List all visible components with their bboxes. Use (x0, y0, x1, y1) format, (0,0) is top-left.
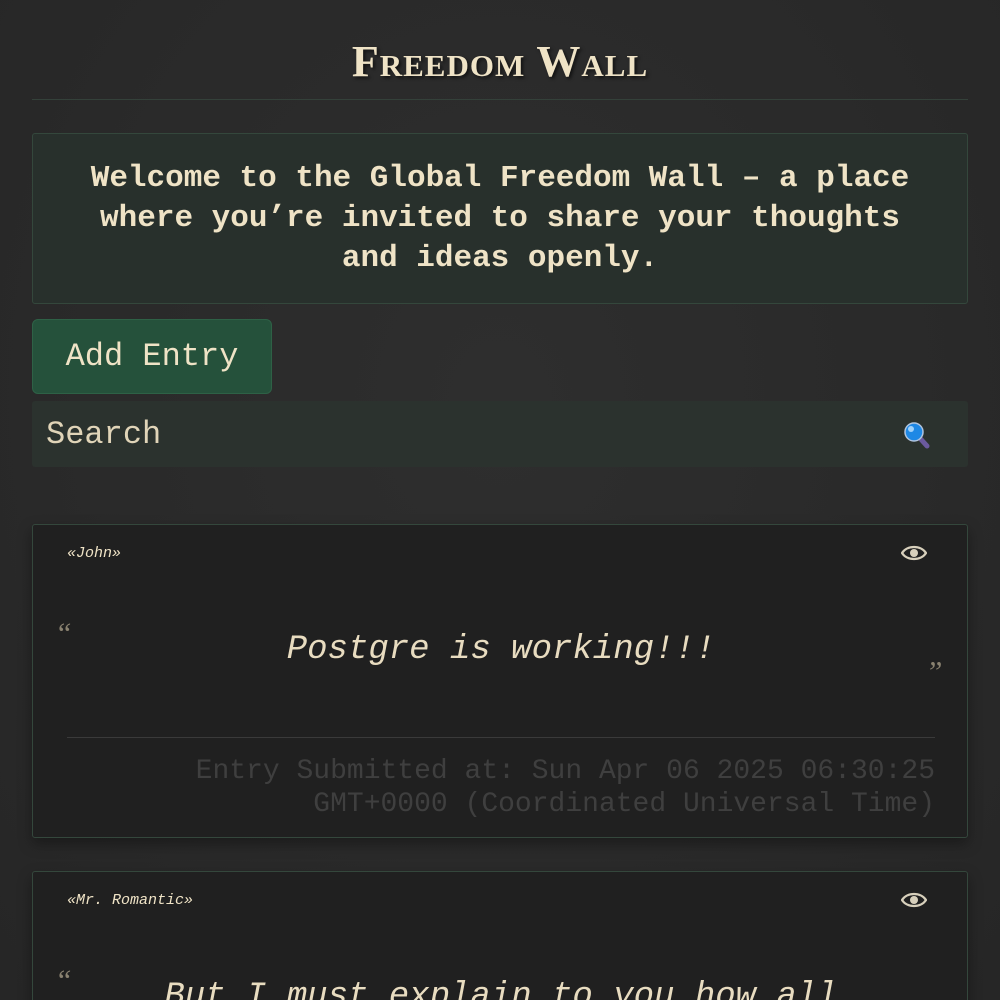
search-input[interactable] (32, 401, 892, 467)
page-title: Freedom Wall (351, 37, 649, 86)
entry-author: «Mr. Romantic» (67, 892, 194, 909)
open-quote-mark: “ (55, 964, 72, 997)
add-entry-button[interactable]: Add Entry (32, 319, 272, 394)
entry-author: «John» (67, 545, 122, 562)
eye-icon[interactable] (901, 890, 927, 910)
entry-card: «Mr. Romantic» “ But I must explain to y… (32, 871, 968, 1000)
entry-timestamp: Entry Submitted at: Sun Apr 06 2025 06:3… (195, 756, 935, 820)
entry-card: «John» “ Postgre is working!!! „ Entry S… (32, 524, 968, 838)
welcome-banner: Welcome to the Global Freedom Wall – a p… (32, 133, 968, 304)
magnifying-glass-icon[interactable] (904, 421, 930, 449)
close-quote-mark: „ (929, 639, 946, 672)
open-quote-mark: “ (55, 617, 72, 650)
welcome-text: Welcome to the Global Freedom Wall – a p… (90, 160, 910, 276)
title-divider (32, 99, 968, 100)
search-bar (32, 401, 968, 467)
entry-text: Postgre is working!!! (286, 631, 716, 669)
entry-divider (67, 737, 935, 738)
entry-text: But I must explain to you how all (164, 978, 838, 1000)
eye-icon[interactable] (901, 543, 927, 563)
